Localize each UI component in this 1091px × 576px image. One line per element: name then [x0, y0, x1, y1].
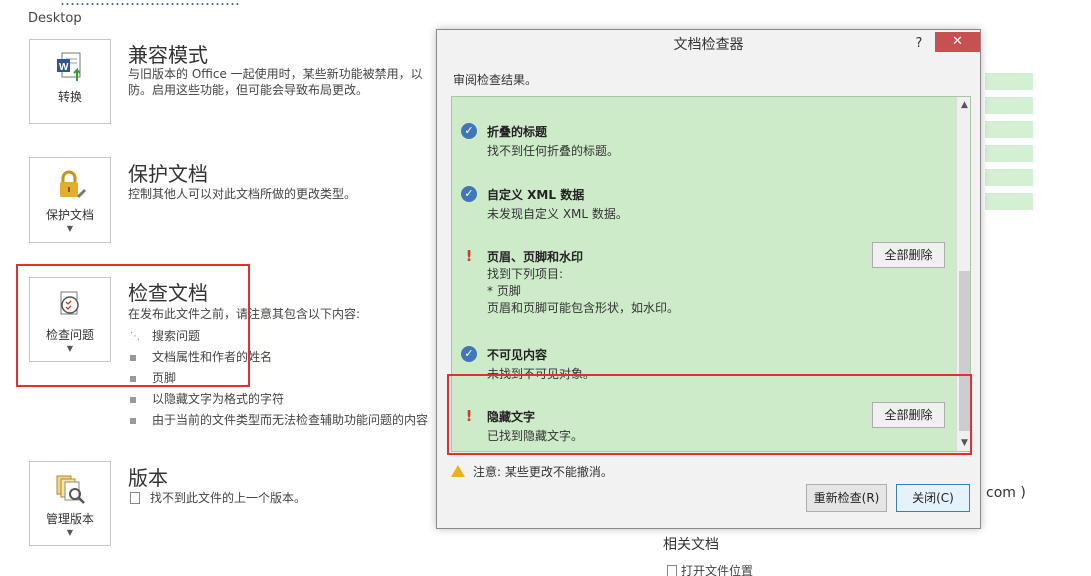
background-green-strip [985, 193, 1033, 210]
background-green-strip [985, 97, 1033, 114]
document-icon [667, 565, 677, 576]
result-desc: 找不到任何折叠的标题。 [487, 144, 620, 158]
inspect-bullet: 以隐藏文字为格式的字符 [130, 390, 284, 407]
svg-text:W: W [59, 62, 69, 73]
result-desc: 页眉和页脚可能包含形状，如水印。 [487, 301, 680, 315]
protect-desc: 控制其他人可以对此文档所做的更改类型。 [128, 187, 357, 201]
result-desc: 未发现自定义 XML 数据。 [487, 207, 628, 221]
reinspect-button[interactable]: 重新检查(R) [806, 484, 887, 512]
close-button[interactable]: 关闭(C) [896, 484, 970, 512]
result-desc: * 页脚 [487, 284, 521, 298]
background-green-strip [985, 121, 1033, 138]
close-icon[interactable]: ✕ [935, 32, 980, 52]
document-icon [130, 492, 140, 504]
result-title: 折叠的标题 [487, 125, 548, 139]
help-button[interactable]: ? [911, 34, 927, 54]
convert-tile[interactable]: W 转换 [29, 39, 111, 124]
word-convert-icon: W [53, 50, 87, 84]
manage-versions-tile[interactable]: 管理版本 ▼ [29, 461, 111, 546]
warning-exclamation-icon: ! [465, 247, 473, 265]
check-icon: ✓ [461, 123, 477, 139]
top-cut-text: ……………………………… [60, 0, 240, 9]
location-label: Desktop [28, 11, 82, 26]
right-pane-text: com ) [986, 485, 1026, 501]
warning-triangle-icon [451, 465, 465, 477]
compat-title: 兼容模式 [128, 43, 208, 67]
result-title: 自定义 XML 数据 [487, 188, 585, 202]
protect-document-label: 保护文档 [45, 208, 94, 222]
scroll-up-icon[interactable]: ▲ [957, 97, 970, 113]
result-desc: 找到下列项目: [487, 267, 564, 281]
versions-desc: 找不到此文件的上一个版本。 [130, 490, 440, 506]
convert-label: 转换 [57, 90, 82, 104]
hidden-text-highlight-box [447, 374, 972, 455]
inspect-highlight-box [16, 264, 250, 387]
background-green-strip [985, 169, 1033, 186]
result-title: 不可见内容 [487, 348, 548, 362]
manage-versions-label: 管理版本 [45, 512, 94, 526]
protect-title: 保护文档 [128, 162, 208, 186]
related-documents-heading: 相关文档 [663, 537, 719, 553]
versions-title: 版本 [128, 466, 168, 490]
inspect-bullet: 由于当前的文件类型而无法检查辅助功能问题的内容 [130, 411, 428, 428]
dialog-subtitle: 审阅检查结果。 [453, 73, 538, 87]
background-green-strip [985, 73, 1033, 90]
protect-document-tile[interactable]: 保护文档 ▼ [29, 157, 111, 243]
dialog-title: 文档检查器 [673, 37, 744, 53]
check-icon: ✓ [461, 346, 477, 362]
remove-all-header-footer-button[interactable]: 全部删除 [872, 242, 945, 268]
compat-desc: 与旧版本的 Office 一起使用时，某些新功能被禁用，以防。启用这些功能，但可… [128, 67, 423, 97]
check-icon: ✓ [461, 186, 477, 202]
chevron-down-icon: ▼ [66, 224, 74, 233]
background-green-strip [985, 145, 1033, 162]
manage-versions-icon [53, 472, 87, 506]
chevron-down-icon: ▼ [66, 528, 74, 537]
result-title: 页眉、页脚和水印 [487, 250, 584, 264]
lock-icon [53, 168, 87, 202]
open-file-location-link[interactable]: 打开文件位置 [667, 562, 753, 576]
warning-note: 注意: 某些更改不能撤消。 [451, 463, 613, 480]
